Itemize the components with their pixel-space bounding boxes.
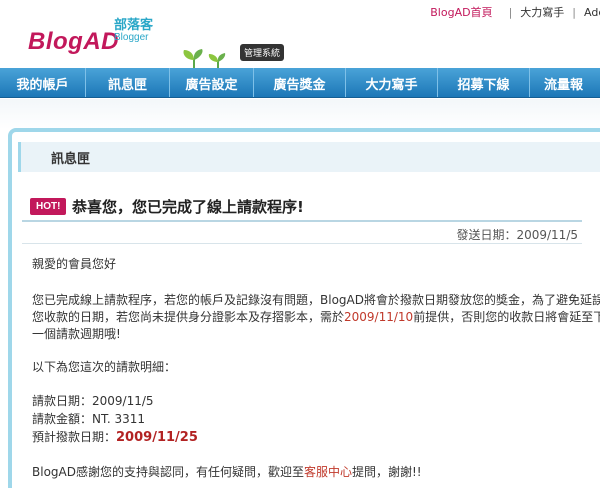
nav-traffic-report[interactable]: 流量報 <box>530 68 600 97</box>
request-date: 請款日期：2009/11/5 <box>32 394 154 408</box>
thanks-line: BlogAD感謝您的支持與認同，有任何疑問，歡迎至客服中心提問，謝謝!! <box>32 463 422 480</box>
message-paragraph-line-1: 您已完成線上請款程序，若您的帳戶及記錄沒有問題，BlogAD將會於撥款日期發放您… <box>32 293 600 307</box>
hot-badge: HOT! <box>30 198 67 215</box>
message-title: 恭喜您，您已完成了線上請款程序! <box>72 198 304 216</box>
thanks-text-start: BlogAD感謝您的支持與認同，有任何疑問，歡迎至 <box>32 465 304 479</box>
nav-power-writer[interactable]: 大力寫手 <box>346 68 438 97</box>
management-system-badge: 管理系統 <box>240 44 285 61</box>
message-date-divider <box>22 243 582 244</box>
message-sent-date: 發送日期：2009/11/5 <box>456 228 578 242</box>
blogad-home-link[interactable]: BlogAD首頁 <box>430 4 492 20</box>
top-links: BlogAD首頁 | 大力寫手 | Adc <box>430 4 600 20</box>
header: BlogAD 部落客 Blogger 管理系統 BlogAD首頁 | 大力寫手 … <box>0 0 600 70</box>
logo-subtitle-zh: 部落客 <box>114 18 154 33</box>
message-paragraph-line-2-start: 您收款的日期，若您尚未提供身分證影本及存摺影本，需於 <box>32 310 345 324</box>
main-navigation: 我的帳戶 訊息匣 廣告設定 廣告獎金 大力寫手 招募下線 流量報 <box>0 68 600 98</box>
top-link-separator: | <box>572 5 576 19</box>
message-paragraph-line-2: 您收款的日期，若您尚未提供身分證影本及存摺影本，需於2009/11/10前提供，… <box>32 308 600 325</box>
top-link-separator: | <box>508 5 513 19</box>
clipped-top-link[interactable]: Adc <box>584 6 600 19</box>
customer-service-link[interactable]: 客服中心 <box>304 465 352 479</box>
nav-shadow-band <box>0 99 600 129</box>
writer-link[interactable]: 大力寫手 <box>520 4 564 20</box>
payout-date-row: 預計撥款日期：2009/11/25 <box>32 428 198 445</box>
nav-my-account[interactable]: 我的帳戶 <box>0 68 86 97</box>
nav-ad-bonus[interactable]: 廣告獎金 <box>254 68 346 97</box>
message-greeting: 親愛的會員您好 <box>32 257 117 271</box>
payout-date-label: 預計撥款日期： <box>32 430 117 444</box>
request-amount: 請款金額：NT. 3311 <box>32 412 146 426</box>
thanks-text-end: 提問，謝謝!! <box>352 465 422 479</box>
message-paragraph-line-2-end: 前提供，否則您的收款日將會延至下 <box>413 310 600 324</box>
nav-inbox[interactable]: 訊息匣 <box>86 68 170 97</box>
payout-date: 2009/11/25 <box>116 430 198 445</box>
nav-recruit-downline[interactable]: 招募下線 <box>438 68 530 97</box>
logo-subtitle-en: Blogger <box>114 32 149 43</box>
section-title: 訊息匣 <box>18 142 600 172</box>
nav-ad-settings[interactable]: 廣告設定 <box>170 68 254 97</box>
message-paragraph-line-3: 一個請款週期哦! <box>32 327 121 341</box>
logo-subtitle: 部落客 Blogger <box>114 18 154 44</box>
message-title-divider <box>22 220 582 222</box>
details-intro: 以下為您這次的請款明細： <box>32 360 177 374</box>
blogad-logo[interactable]: BlogAD <box>28 28 119 56</box>
sprout-icon <box>183 49 226 70</box>
document-deadline-date: 2009/11/10 <box>344 310 414 324</box>
